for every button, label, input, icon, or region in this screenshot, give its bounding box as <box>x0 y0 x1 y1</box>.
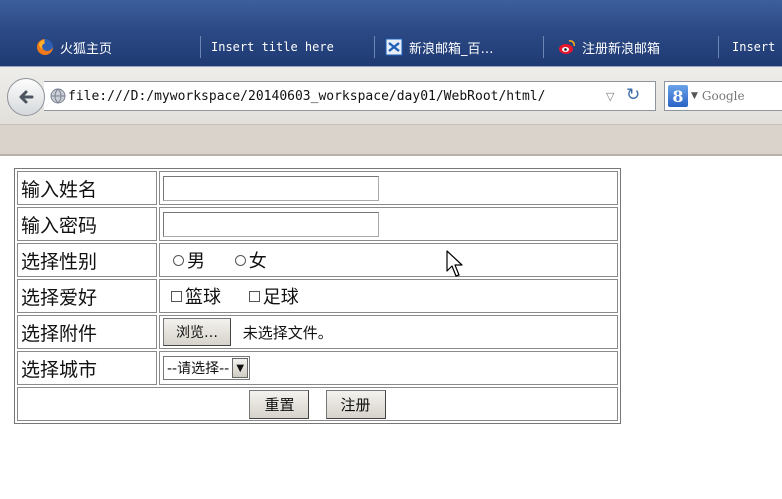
bookmarks-toolbar <box>0 124 782 154</box>
city-label: 选择城市 <box>17 351 157 385</box>
name-label: 输入姓名 <box>17 171 157 205</box>
registration-form-table: 输入姓名 输入密码 选择性别 男 女 选择爱好 篮球 足球 选择附件 浏览… 未… <box>14 168 621 424</box>
browse-button[interactable]: 浏览… <box>163 318 231 346</box>
dropdown-arrow-icon[interactable]: ▽ <box>606 90 614 103</box>
weibo-icon <box>559 40 575 54</box>
table-row: 选择附件 浏览… 未选择文件。 <box>17 315 618 349</box>
hobby-football-label: 足球 <box>262 287 299 308</box>
page-divider <box>0 154 782 156</box>
tab-insert[interactable]: Insert <box>726 28 782 66</box>
city-select-value: --请选择-- <box>167 361 230 377</box>
hobby-label: 选择爱好 <box>17 279 157 313</box>
table-row: 输入姓名 <box>17 171 618 205</box>
table-row: 选择城市 --请选择-- ▼ <box>17 351 618 385</box>
gender-label: 选择性别 <box>17 243 157 277</box>
attachment-label: 选择附件 <box>17 315 157 349</box>
tab-separator <box>718 36 719 58</box>
url-bar[interactable]: file:///D:/myworkspace/20140603_workspac… <box>44 81 656 111</box>
password-label: 输入密码 <box>17 207 157 241</box>
name-input[interactable] <box>163 175 379 201</box>
tab-sina-register[interactable]: 注册新浪邮箱 <box>558 28 708 66</box>
chevron-down-icon[interactable]: ▼ <box>232 358 249 378</box>
table-row: 重置 注册 <box>17 387 618 421</box>
tab-bar: 火狐主页 Insert title here 新浪邮箱_百… 注册新浪邮箱 In… <box>0 0 782 66</box>
tab-sina-mail[interactable]: 新浪邮箱_百… <box>385 28 535 66</box>
table-row: 选择性别 男 女 <box>17 243 618 277</box>
tab-separator <box>374 36 375 58</box>
reset-button[interactable]: 重置 <box>249 389 310 419</box>
navigation-bar: file:///D:/myworkspace/20140603_workspac… <box>0 66 782 124</box>
globe-icon <box>50 88 66 104</box>
url-text: file:///D:/myworkspace/20140603_workspac… <box>68 88 546 104</box>
google-icon[interactable]: 8 <box>668 85 688 107</box>
submit-button[interactable]: 注册 <box>325 389 386 419</box>
table-row: 输入密码 <box>17 207 618 241</box>
tab-separator <box>543 36 544 58</box>
gender-female-label: 女 <box>248 251 267 272</box>
gender-female-radio[interactable] <box>234 254 246 266</box>
back-button[interactable] <box>7 78 45 116</box>
tab-firefox-home[interactable]: 火狐主页 <box>36 28 196 66</box>
tab-label: 注册新浪邮箱 <box>582 41 661 57</box>
tab-label: 火狐主页 <box>60 41 113 57</box>
table-row: 选择爱好 篮球 足球 <box>17 279 618 313</box>
tab-separator <box>200 36 201 58</box>
caret-down-icon[interactable]: ▼ <box>691 91 698 101</box>
hobby-football-checkbox[interactable] <box>248 290 260 302</box>
tab-label: Insert <box>732 40 776 54</box>
gender-male-label: 男 <box>187 251 205 272</box>
city-select[interactable]: --请选择-- ▼ <box>163 356 251 380</box>
back-arrow-icon <box>19 90 34 104</box>
firefox-icon <box>37 39 53 55</box>
search-bar[interactable]: 8 ▼ Google <box>664 81 782 111</box>
tab-insert-title[interactable]: Insert title here <box>205 28 370 66</box>
tab-label: 新浪邮箱_百… <box>409 41 494 57</box>
search-placeholder: Google <box>701 89 745 103</box>
hobby-basketball-checkbox[interactable] <box>171 290 182 302</box>
password-input[interactable] <box>163 211 379 237</box>
mouse-cursor-icon <box>446 250 463 277</box>
gender-male-radio[interactable] <box>173 254 184 266</box>
hobby-basketball-label: 篮球 <box>185 287 221 308</box>
sina-mail-icon <box>385 38 403 56</box>
file-status-text: 未选择文件。 <box>242 323 333 342</box>
reload-icon[interactable]: ↻ <box>626 85 640 105</box>
tab-label: Insert title here <box>211 40 334 54</box>
